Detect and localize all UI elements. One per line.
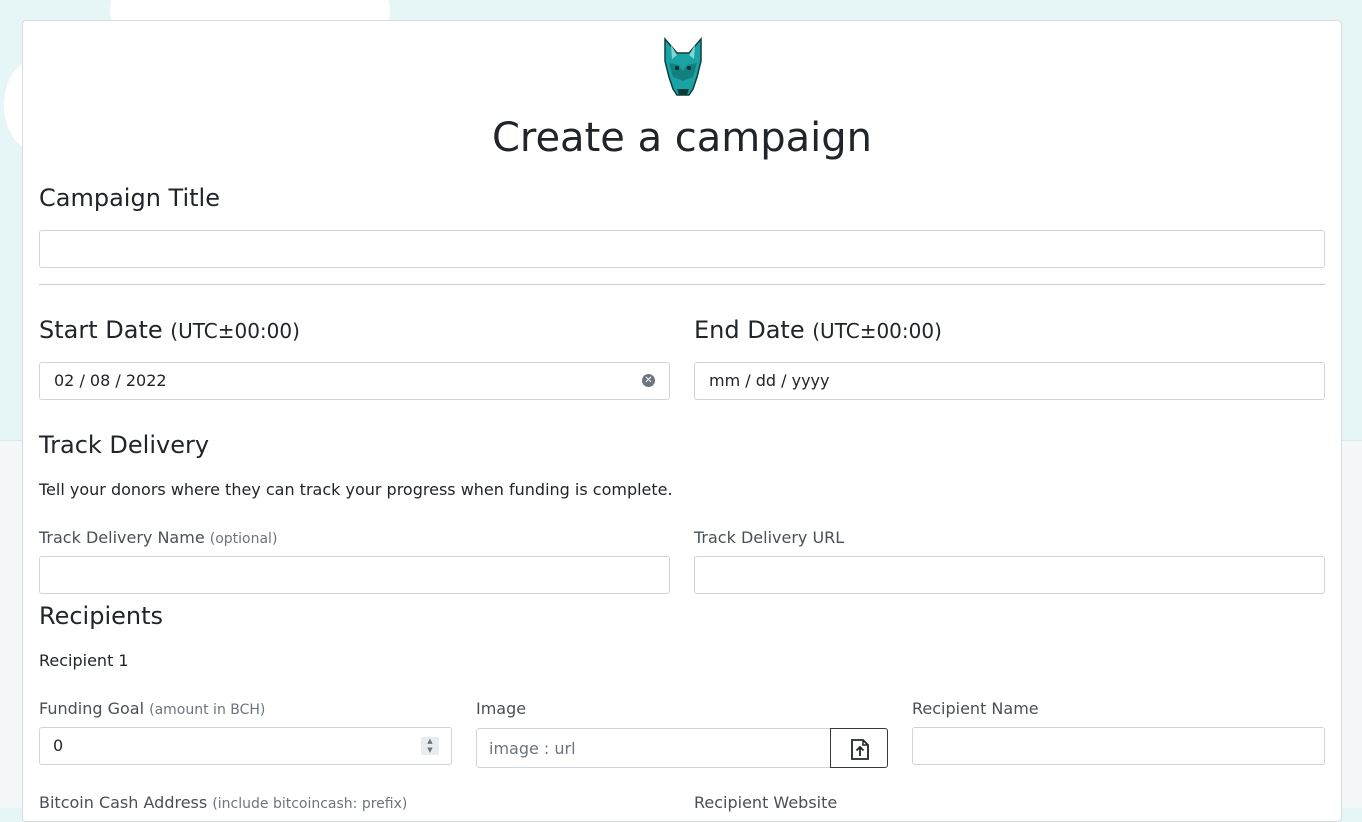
funding-goal-value: 0 [53,736,64,755]
recipient-name-label: Recipient Name [912,699,1039,718]
recipient-website-label: Recipient Website [694,793,838,812]
end-date-label: End Date (UTC±00:00) [694,316,942,344]
end-date-input[interactable]: mm / dd / yyyy [694,362,1325,400]
file-upload-icon [851,739,869,760]
end-date-placeholder: mm / dd / yyyy [709,371,830,390]
start-date-input[interactable]: 02 / 08 / 2022 ✕ [39,362,670,400]
page-title: Create a campaign [491,115,873,161]
create-campaign-card: Create a campaign Campaign Title Start D… [22,20,1342,822]
number-spinner[interactable]: ▲ ▼ [421,737,439,755]
start-date-timezone: (UTC±00:00) [170,319,300,343]
campaign-title-input[interactable] [39,230,1325,268]
start-date-label-text: Start Date [39,316,163,344]
end-date-timezone: (UTC±00:00) [812,319,942,343]
start-date-label: Start Date (UTC±00:00) [39,316,300,344]
funding-goal-label-text: Funding Goal [39,699,145,718]
section-divider [39,284,1325,285]
campaign-title-label: Campaign Title [39,184,220,212]
end-date-label-text: End Date [694,316,805,344]
start-date-value: 02 / 08 / 2022 [54,371,167,390]
bch-address-label-text: Bitcoin Cash Address [39,793,208,812]
clear-date-icon[interactable]: ✕ [642,374,655,387]
image-label: Image [476,699,527,718]
image-url-placeholder: image : url [489,739,576,758]
track-delivery-url-input[interactable] [694,556,1325,594]
image-url-input[interactable]: image : url [476,728,831,768]
track-delivery-name-input[interactable] [39,556,670,594]
spinner-down-icon[interactable]: ▼ [421,746,439,755]
optional-hint: (optional) [209,531,278,547]
track-delivery-name-label: Track Delivery Name (optional) [39,528,277,547]
spinner-up-icon[interactable]: ▲ [421,737,439,746]
funding-goal-label: Funding Goal (amount in BCH) [39,699,265,718]
recipient-title: Recipient 1 [39,651,129,670]
image-upload-button[interactable] [830,728,888,768]
track-delivery-description: Tell your donors where they can track yo… [39,480,673,499]
track-delivery-url-label: Track Delivery URL [694,528,845,547]
track-delivery-heading: Track Delivery [39,431,210,459]
wolf-logo-icon [659,36,707,99]
bch-address-label: Bitcoin Cash Address (include bitcoincas… [39,793,407,812]
track-delivery-name-label-text: Track Delivery Name [39,528,205,547]
funding-goal-input[interactable]: 0 ▲ ▼ [39,727,452,765]
recipients-heading: Recipients [39,602,164,630]
bch-address-hint: (include bitcoincash: prefix) [212,796,408,812]
funding-goal-hint: (amount in BCH) [149,702,266,718]
recipient-name-input[interactable] [912,727,1325,765]
